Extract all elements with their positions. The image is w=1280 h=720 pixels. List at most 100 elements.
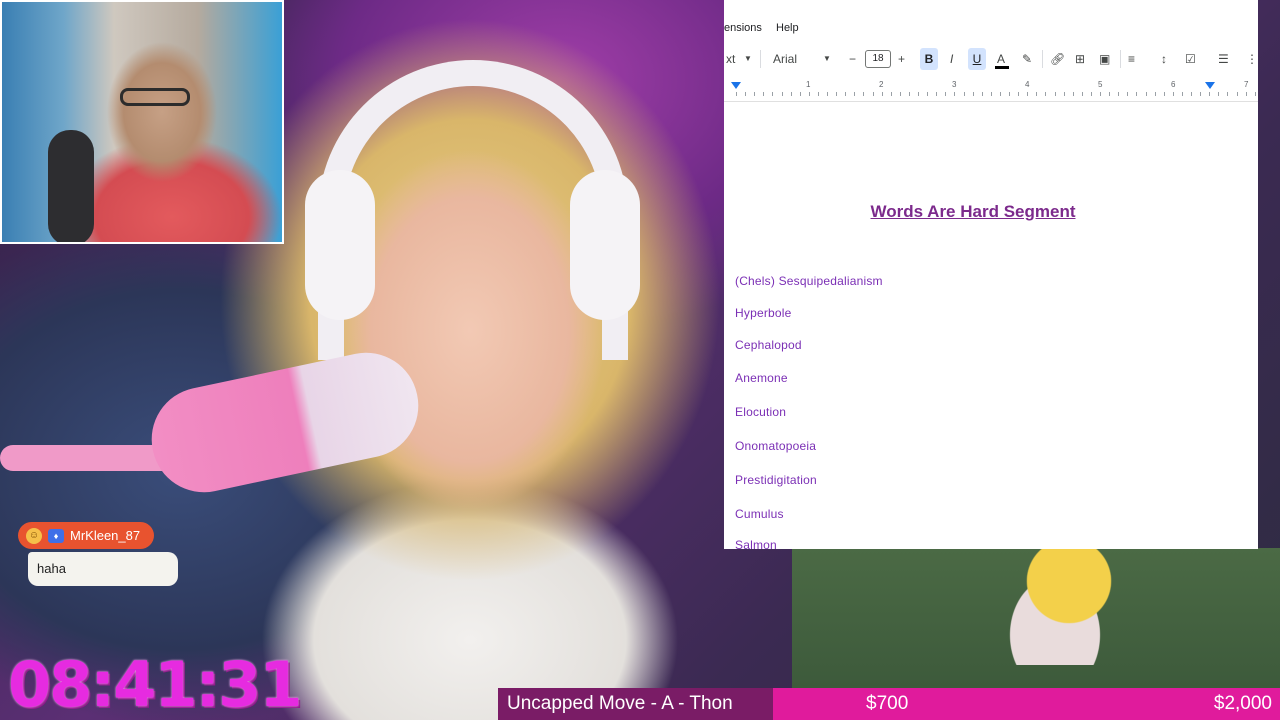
ruler-tick: [1218, 92, 1220, 96]
goal-target-amount: $2,000: [1213, 693, 1272, 714]
ruler-tick: [1191, 92, 1192, 96]
document-title: Words Are Hard Segment: [870, 202, 1076, 221]
ruler-tick: [1036, 92, 1038, 96]
toolbar-divider: [760, 50, 761, 68]
guest-webcam: [0, 0, 284, 244]
chat-message: haha: [28, 552, 178, 586]
ruler-number: 3: [952, 80, 957, 89]
subscriber-badge-icon: ☺: [26, 527, 42, 544]
checklist-icon[interactable]: ☑: [1185, 51, 1196, 67]
ruler-tick: [1163, 92, 1165, 96]
bold-button[interactable]: B: [920, 48, 938, 70]
subathon-timer: 08:41:31: [8, 648, 302, 720]
ruler-tick: [1154, 92, 1156, 96]
ruler-tick: [899, 92, 901, 96]
ruler-number: 4: [1025, 80, 1030, 89]
docs-window: ensions Help xt ▼ Arial ▼ − 18 + B I U A…: [724, 0, 1258, 549]
list-item: Elocution: [735, 405, 787, 419]
comment-icon[interactable]: ⊞: [1075, 51, 1085, 67]
underline-button[interactable]: U: [968, 48, 986, 70]
ruler-tick: [854, 92, 856, 96]
numbered-list-icon[interactable]: ⋮: [1246, 51, 1258, 67]
list-item: Hyperbole: [735, 306, 792, 320]
italic-button[interactable]: I: [950, 51, 953, 67]
ruler-tick: [799, 92, 801, 96]
ruler-tick: [1245, 92, 1247, 96]
ruler-tick: [845, 92, 847, 96]
chevron-down-icon[interactable]: ▼: [744, 51, 752, 67]
ruler-tick: [1254, 92, 1256, 96]
ruler-tick: [1054, 92, 1056, 96]
ruler-tick: [808, 92, 810, 96]
headphone-ear-right: [570, 170, 640, 320]
ruler-tick: [745, 92, 747, 96]
ruler-tick: [999, 92, 1001, 96]
bullet-list-icon[interactable]: ☰: [1218, 51, 1229, 67]
chat-username: MrKleen_87: [70, 528, 141, 543]
list-item: Onomatopoeia: [735, 439, 817, 453]
ruler-tick: [1118, 92, 1120, 96]
ruler-tick: [963, 92, 965, 96]
ruler-tick: [836, 92, 838, 96]
link-icon[interactable]: 🔗︎: [1050, 51, 1065, 67]
text-color-swatch: [995, 66, 1009, 69]
ruler-tick: [881, 92, 883, 96]
ruler-tick: [1172, 92, 1174, 96]
image-icon[interactable]: ▣: [1099, 51, 1110, 67]
ruler-tick: [1009, 92, 1010, 96]
ruler-tick: [872, 92, 874, 96]
chevron-down-icon[interactable]: ▼: [823, 51, 831, 67]
ruler-tick: [972, 92, 974, 96]
line-spacing-icon[interactable]: ↕: [1161, 51, 1167, 67]
ruler-tick: [1200, 92, 1202, 96]
increase-font-button[interactable]: +: [898, 51, 905, 67]
ruler-tick: [1045, 92, 1047, 96]
ruler-tick: [763, 92, 765, 96]
style-dropdown[interactable]: xt: [726, 51, 735, 67]
docs-menubar: ensions Help: [724, 0, 1258, 44]
ruler-tick: [754, 92, 756, 96]
align-icon[interactable]: ≡: [1128, 51, 1135, 67]
document-page[interactable]: Words Are Hard Segment (Chels) Sesquiped…: [724, 104, 1258, 549]
ruler-tick: [1236, 92, 1238, 96]
goal-title: Uncapped Move - A - Thon: [498, 688, 773, 720]
ruler-tick: [1063, 92, 1065, 96]
list-item: Prestidigitation: [735, 473, 817, 487]
menu-extensions[interactable]: ensions: [724, 22, 762, 34]
ruler-tick: [817, 92, 819, 96]
ruler-tick: [863, 92, 865, 96]
right-indent-marker[interactable]: [1205, 82, 1215, 89]
font-dropdown[interactable]: Arial: [773, 51, 797, 67]
ruler-tick: [1181, 92, 1183, 96]
list-item: Salmon: [735, 538, 777, 549]
ruler-number: 2: [879, 80, 884, 89]
gift-badge-icon: ♦: [48, 528, 64, 543]
left-indent-marker[interactable]: [731, 82, 741, 89]
list-item: Cephalopod: [735, 338, 802, 352]
ruler-number: 6: [1171, 80, 1176, 89]
ruler[interactable]: 1 2 3 4 5 6 7: [724, 76, 1258, 102]
ruler-tick: [981, 92, 983, 96]
chat-username-pill: ☺ ♦ MrKleen_87: [18, 522, 155, 549]
menu-help[interactable]: Help: [776, 22, 799, 34]
text-color-button[interactable]: A: [997, 51, 1005, 67]
ruler-tick: [1145, 92, 1147, 96]
ruler-number: 7: [1244, 80, 1249, 89]
docs-toolbar: xt ▼ Arial ▼ − 18 + B I U A ✎ 🔗︎ ⊞ ▣ ≡ ↕…: [724, 44, 1258, 74]
ruler-tick: [1090, 92, 1092, 96]
headphone-ear-left: [305, 170, 375, 320]
ruler-tick: [918, 92, 919, 96]
ruler-number: 1: [806, 80, 811, 89]
ruler-tick: [1127, 92, 1129, 96]
ruler-tick: [1209, 92, 1211, 96]
font-size-field[interactable]: 18: [865, 50, 891, 68]
ruler-tick: [1081, 92, 1083, 96]
decrease-font-button[interactable]: −: [849, 51, 856, 67]
duck-figure: [985, 545, 1125, 665]
ruler-tick: [954, 92, 956, 96]
goal-progress-bar: Uncapped Move - A - Thon $700 $2,000: [498, 688, 1280, 720]
ruler-tick: [936, 92, 938, 96]
ruler-tick: [945, 92, 947, 96]
ruler-tick: [736, 92, 737, 96]
highlight-icon[interactable]: ✎: [1022, 51, 1032, 67]
